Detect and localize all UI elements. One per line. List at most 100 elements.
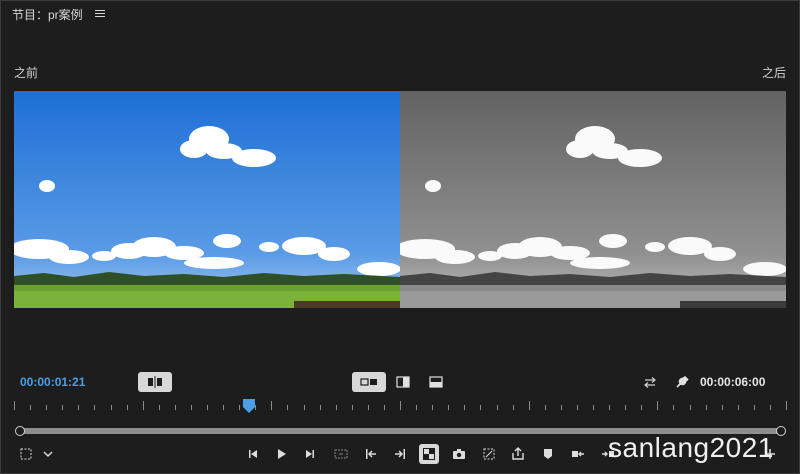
compare-view-button[interactable] bbox=[419, 444, 439, 464]
step-forward-icon bbox=[306, 450, 314, 458]
go-to-out-icon bbox=[395, 449, 405, 459]
camera-button[interactable] bbox=[449, 444, 469, 464]
ruler-tick bbox=[529, 401, 530, 410]
multicam-icon bbox=[483, 448, 495, 460]
ruler-tick bbox=[271, 401, 272, 410]
ruler-tick bbox=[657, 401, 658, 410]
ruler-tick bbox=[609, 405, 610, 410]
camera-icon bbox=[453, 449, 465, 459]
ruler-tick bbox=[593, 405, 594, 410]
ruler-tick bbox=[320, 405, 321, 410]
ruler-tick bbox=[690, 405, 691, 410]
ruler-tick bbox=[625, 405, 626, 410]
ruler-tick bbox=[577, 405, 578, 410]
swap-icon bbox=[644, 377, 656, 388]
ruler-tick bbox=[175, 405, 176, 410]
before-frame bbox=[14, 91, 400, 308]
ruler-tick bbox=[78, 405, 79, 410]
ruler-tick bbox=[464, 405, 465, 410]
lift-icon bbox=[572, 451, 584, 457]
ruler-tick bbox=[497, 405, 498, 410]
step-forward-button[interactable] bbox=[300, 444, 320, 464]
panel-title[interactable]: 节目：pr案例 bbox=[12, 6, 83, 23]
ruler-tick bbox=[287, 405, 288, 410]
marker-icon bbox=[544, 449, 552, 459]
time-ruler[interactable] bbox=[14, 396, 787, 414]
comparison-viewer[interactable] bbox=[14, 91, 786, 308]
safe-margins-icon bbox=[20, 448, 32, 460]
ruler-tick bbox=[770, 405, 771, 410]
ruler-tick bbox=[30, 405, 31, 410]
ruler-tick bbox=[513, 405, 514, 410]
current-timecode[interactable]: 00:00:01:21 bbox=[20, 375, 85, 389]
vertical-split-icon bbox=[396, 376, 410, 388]
ruler-tick bbox=[448, 405, 449, 410]
play-button[interactable] bbox=[271, 444, 291, 464]
ruler-tick bbox=[223, 405, 224, 410]
side-by-side-button[interactable] bbox=[352, 372, 386, 392]
ruler-tick bbox=[62, 405, 63, 410]
ruler-tick bbox=[738, 405, 739, 410]
ruler-tick bbox=[673, 405, 674, 410]
horizontal-split-button[interactable] bbox=[425, 372, 447, 392]
ruler-tick bbox=[239, 405, 240, 410]
ruler-tick bbox=[159, 405, 160, 410]
ruler-tick bbox=[432, 405, 433, 410]
playhead-icon[interactable] bbox=[243, 399, 255, 413]
landscape-image bbox=[400, 91, 786, 308]
ruler-tick bbox=[14, 401, 15, 410]
compare-toggle-button[interactable] bbox=[138, 372, 172, 392]
ruler-tick bbox=[754, 405, 755, 410]
play-icon bbox=[278, 449, 286, 459]
ruler-tick bbox=[46, 405, 47, 410]
landscape-image bbox=[14, 91, 400, 308]
ruler-tick bbox=[545, 405, 546, 410]
settings-button[interactable] bbox=[672, 372, 692, 392]
watermark: sanlang2021 bbox=[608, 432, 774, 463]
ruler-tick bbox=[207, 405, 208, 410]
vertical-split-button[interactable] bbox=[392, 372, 414, 392]
ruler-tick bbox=[400, 401, 401, 410]
ruler-tick bbox=[641, 405, 642, 410]
go-to-in-button[interactable] bbox=[361, 444, 381, 464]
ruler-tick bbox=[480, 405, 481, 410]
wrench-icon bbox=[676, 375, 689, 388]
ruler-tick bbox=[786, 401, 787, 410]
before-label: 之前 bbox=[14, 66, 39, 80]
ruler-tick bbox=[336, 405, 337, 410]
go-to-out-button[interactable] bbox=[390, 444, 410, 464]
swap-button[interactable] bbox=[640, 372, 660, 392]
ruler-tick bbox=[384, 405, 385, 410]
panel-header: 节目：pr案例 bbox=[12, 5, 105, 23]
hamburger-icon[interactable] bbox=[94, 10, 105, 18]
ruler-tick bbox=[127, 405, 128, 410]
marker-button[interactable] bbox=[538, 444, 558, 464]
ruler-tick bbox=[304, 405, 305, 410]
multicam-button[interactable] bbox=[479, 444, 499, 464]
side-by-side-icon bbox=[360, 378, 377, 386]
ruler-tick bbox=[255, 405, 256, 410]
after-label: 之后 bbox=[761, 66, 786, 80]
ruler-tick bbox=[706, 405, 707, 410]
ruler-tick bbox=[111, 405, 112, 410]
scrollbar-handle-left[interactable] bbox=[15, 426, 25, 436]
export-frame-icon bbox=[512, 447, 524, 460]
duration-timecode: 00:00:06:00 bbox=[700, 375, 766, 389]
ruler-tick bbox=[722, 405, 723, 410]
ruler-tick bbox=[416, 405, 417, 410]
ruler-tick bbox=[352, 405, 353, 410]
ruler-tick bbox=[368, 405, 369, 410]
chevron-down-button[interactable] bbox=[38, 444, 58, 464]
go-to-in-icon bbox=[366, 449, 376, 459]
ruler-tick bbox=[191, 405, 192, 410]
step-back-button[interactable] bbox=[243, 444, 263, 464]
trim-icon bbox=[334, 449, 348, 459]
safe-margins-button[interactable] bbox=[16, 444, 36, 464]
scrollbar-handle-right[interactable] bbox=[776, 426, 786, 436]
export-frame-button[interactable] bbox=[508, 444, 528, 464]
trim-button[interactable] bbox=[331, 444, 351, 464]
ruler-tick bbox=[143, 401, 144, 410]
lift-button[interactable] bbox=[568, 444, 588, 464]
step-back-icon bbox=[249, 450, 257, 458]
compare-view-icon bbox=[423, 448, 435, 460]
